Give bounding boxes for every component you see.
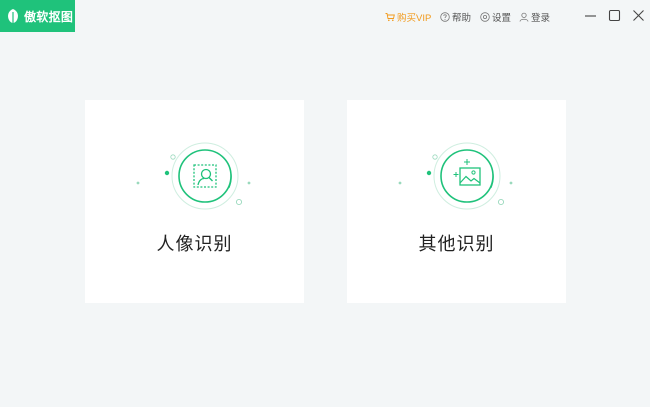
other-recognition-card[interactable]: 其他识别 xyxy=(347,100,566,303)
app-logo: 傲软抠图 xyxy=(0,0,75,32)
leaf-logo-icon xyxy=(8,9,18,23)
help-circle-icon xyxy=(440,12,450,22)
help-label: 帮助 xyxy=(452,13,472,24)
portrait-recognition-card[interactable]: 人像识别 xyxy=(85,100,304,303)
close-icon xyxy=(632,9,644,21)
close-button[interactable] xyxy=(631,8,645,22)
portrait-recognition-icon xyxy=(136,142,251,210)
settings-link[interactable]: 设置 xyxy=(480,10,511,24)
user-icon xyxy=(519,12,529,22)
app-title: 傲软抠图 xyxy=(24,9,74,24)
image-recognition-icon xyxy=(398,142,513,210)
maximize-icon xyxy=(608,9,620,21)
login-label: 登录 xyxy=(531,13,551,24)
cart-icon xyxy=(385,13,395,22)
help-link[interactable]: 帮助 xyxy=(440,10,471,24)
settings-label: 设置 xyxy=(492,13,512,24)
buy-vip-link[interactable]: 购买VIP xyxy=(385,10,431,24)
minimize-icon xyxy=(584,14,596,17)
title-bar: 傲软抠图 购买VIP 帮助 设置 登录 xyxy=(0,0,650,32)
minimize-button[interactable] xyxy=(583,8,597,22)
gear-icon xyxy=(480,12,490,22)
other-recognition-label: 其他识别 xyxy=(418,234,495,255)
portrait-recognition-label: 人像识别 xyxy=(156,234,233,255)
maximize-button[interactable] xyxy=(607,8,621,22)
buy-vip-label: 购买VIP xyxy=(397,13,432,24)
login-link[interactable]: 登录 xyxy=(519,10,550,24)
